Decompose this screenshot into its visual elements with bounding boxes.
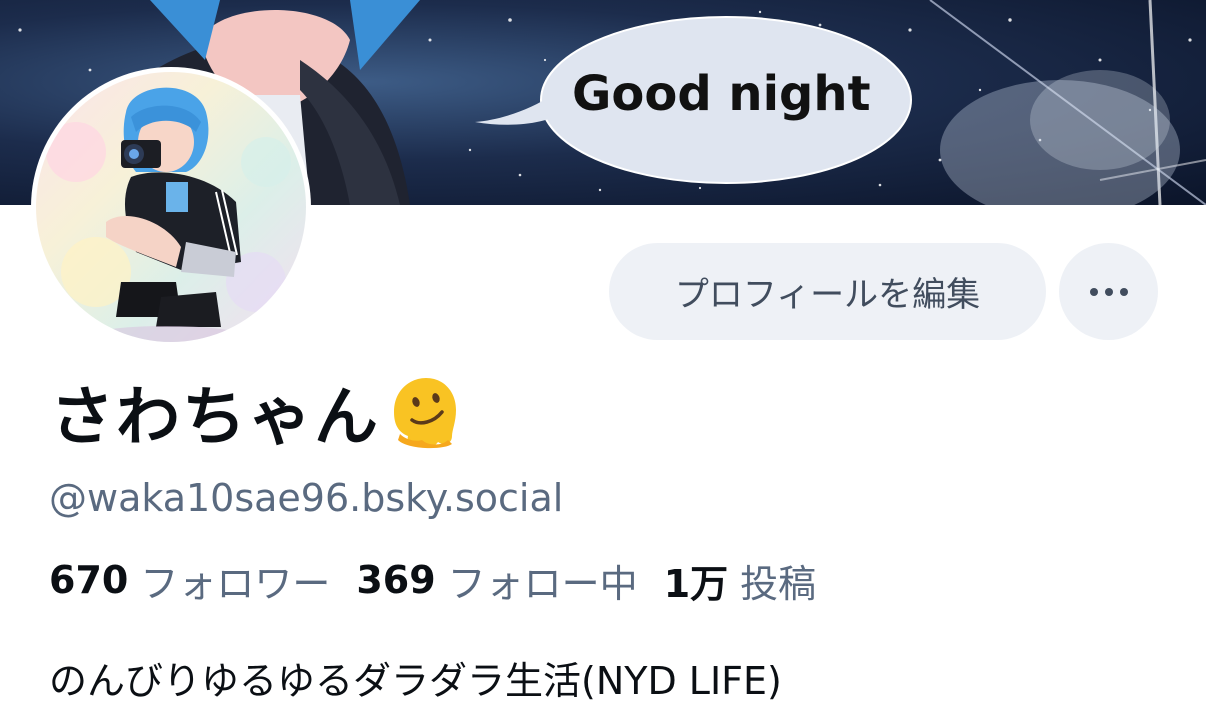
banner-speech-text: Good night <box>572 66 871 122</box>
followers-count: 670 <box>49 558 129 602</box>
posts-count: 1万 <box>663 561 729 606</box>
ellipsis-icon <box>1089 287 1128 296</box>
profile-handle: @waka10sae96.bsky.social <box>49 476 564 520</box>
profile-stats: 670 フォロワー 369 フォロー中 1万 投稿 <box>49 556 842 606</box>
profile-avatar[interactable] <box>31 67 311 347</box>
profile-bio: のんびりゆるゆるダラダラ生活(NYD LIFE) <box>49 659 782 703</box>
following-count: 369 <box>356 558 436 602</box>
display-name: さわちゃん <box>50 372 462 455</box>
followers-label: フォロワー <box>140 561 331 606</box>
profile-page: Good night プロフィールを編集 さわちゃん @waka10sae96.… <box>0 0 1206 727</box>
edit-profile-button[interactable]: プロフィールを編集 <box>609 243 1046 340</box>
more-options-button[interactable] <box>1059 243 1158 340</box>
posts-label: 投稿 <box>740 561 817 606</box>
following-label: フォロー中 <box>447 561 638 606</box>
following-stat[interactable]: 369 フォロー中 <box>356 553 637 608</box>
followers-stat[interactable]: 670 フォロワー <box>49 553 330 608</box>
avatar-image <box>36 72 306 342</box>
display-name-text: さわちゃん <box>50 381 380 455</box>
melting-face-icon <box>394 378 456 449</box>
posts-stat: 1万 投稿 <box>664 553 816 608</box>
